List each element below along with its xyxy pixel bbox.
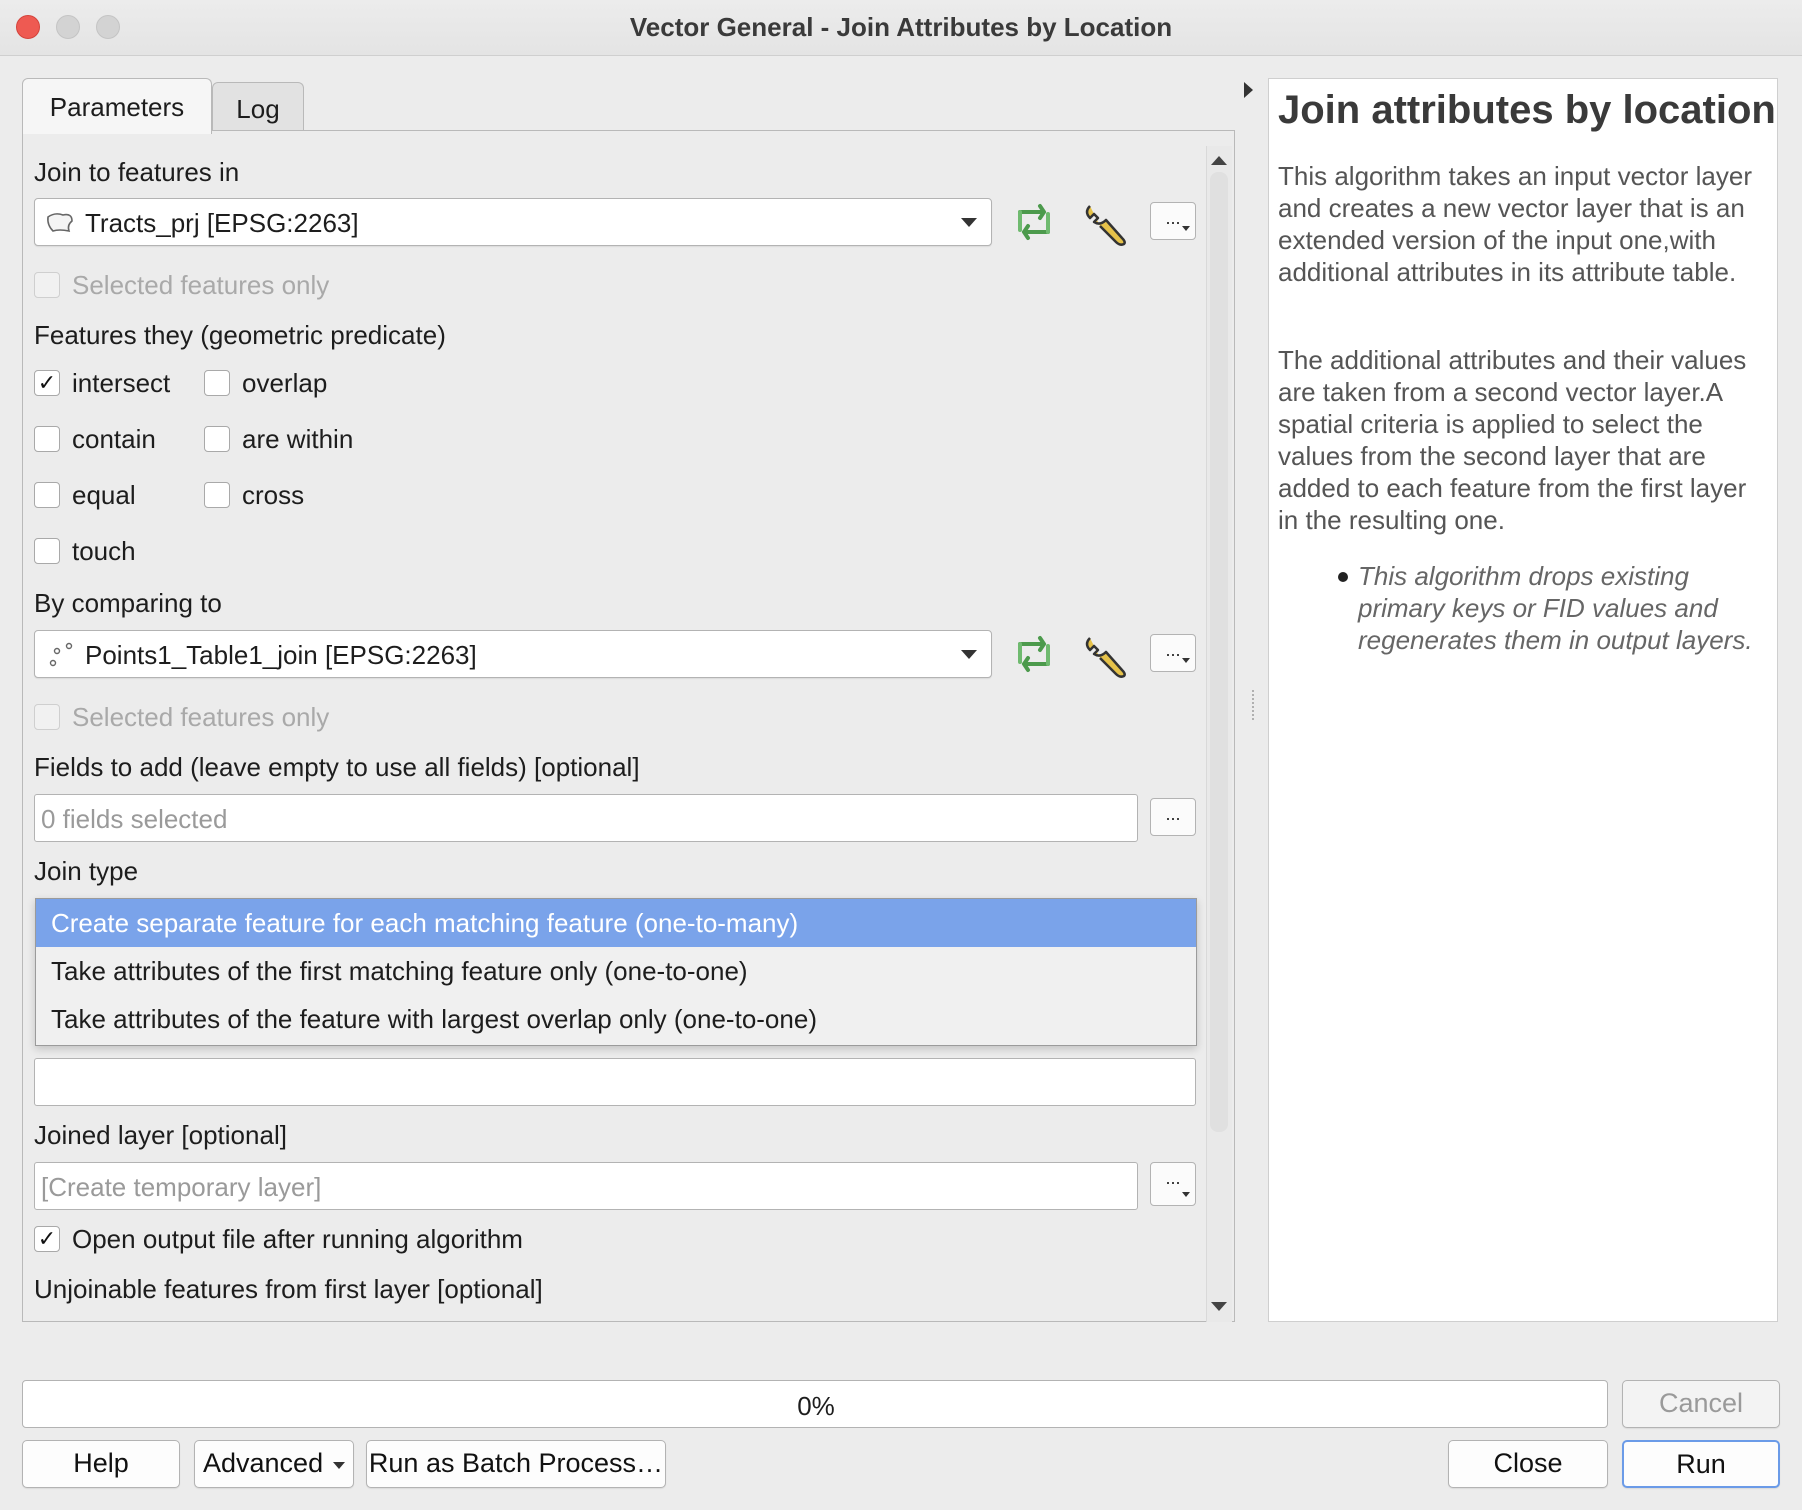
predicate-touch-label: touch bbox=[72, 536, 136, 566]
selected-only-label-1: Selected features only bbox=[72, 270, 330, 300]
predicate-contain-checkbox[interactable] bbox=[34, 426, 60, 452]
joined-layer-more-button[interactable]: ... bbox=[1150, 1162, 1196, 1206]
advanced-button[interactable]: Advanced bbox=[194, 1440, 354, 1488]
join-type-label: Join type bbox=[34, 856, 139, 886]
join-to-more-button[interactable]: ... bbox=[1150, 202, 1196, 240]
predicate-contain-label: contain bbox=[72, 424, 156, 454]
predicate-equal-label: equal bbox=[72, 480, 136, 510]
more-button-label: ... bbox=[1165, 1168, 1181, 1188]
window-title: Vector General - Join Attributes by Loca… bbox=[629, 12, 1173, 42]
point-layer-icon bbox=[49, 642, 73, 667]
collapse-help-arrow-icon[interactable] bbox=[1244, 82, 1253, 98]
predicate-intersect-checkbox[interactable]: ✓ bbox=[34, 370, 60, 396]
cancel-button[interactable]: Cancel bbox=[1622, 1380, 1780, 1428]
compare-more-button[interactable]: ... bbox=[1150, 634, 1196, 672]
chevron-down-icon bbox=[1182, 658, 1190, 663]
join-type-option[interactable]: Create separate feature for each matchin… bbox=[36, 899, 1196, 947]
selected-only-checkbox-2[interactable] bbox=[34, 704, 60, 730]
join-type-option[interactable]: Take attributes of the feature with larg… bbox=[36, 995, 1196, 1043]
unjoinable-label: Unjoinable features from first layer [op… bbox=[34, 1274, 543, 1304]
splitter-handle[interactable] bbox=[1252, 690, 1255, 720]
join-type-combo[interactable] bbox=[34, 1058, 1196, 1106]
help-paragraph-2: The additional attributes and their valu… bbox=[1278, 345, 1747, 535]
chevron-down-icon bbox=[1182, 1192, 1190, 1197]
progress-text: 0% bbox=[797, 1391, 835, 1421]
params-scrollbar-thumb[interactable] bbox=[1210, 172, 1228, 1132]
run-batch-button[interactable]: Run as Batch Process… bbox=[366, 1440, 666, 1488]
predicate-intersect-label: intersect bbox=[72, 368, 171, 398]
compare-layer-combo[interactable]: Points1_Table1_join [EPSG:2263] bbox=[34, 630, 992, 678]
wrench-icon[interactable] bbox=[1080, 198, 1130, 248]
polygon-layer-icon bbox=[47, 213, 73, 233]
selected-only-checkbox-1[interactable] bbox=[34, 272, 60, 298]
predicate-label: Features they (geometric predicate) bbox=[34, 320, 446, 350]
iterate-icon[interactable] bbox=[1010, 200, 1058, 244]
iterate-icon[interactable] bbox=[1010, 632, 1058, 676]
joined-layer-input[interactable]: [Create temporary layer] bbox=[34, 1162, 1138, 1210]
help-bullet: This algorithm drops existing primary ke… bbox=[1358, 561, 1753, 655]
fields-label: Fields to add (leave empty to use all fi… bbox=[34, 752, 640, 782]
help-button[interactable]: Help bbox=[22, 1440, 180, 1488]
joined-layer-label: Joined layer [optional] bbox=[34, 1120, 287, 1150]
chevron-down-icon bbox=[961, 650, 977, 659]
run-button[interactable]: Run bbox=[1622, 1440, 1780, 1488]
predicate-touch-checkbox[interactable] bbox=[34, 538, 60, 564]
predicate-cross-checkbox[interactable] bbox=[204, 482, 230, 508]
fields-placeholder: 0 fields selected bbox=[41, 804, 228, 834]
predicate-overlap-checkbox[interactable] bbox=[204, 370, 230, 396]
join-to-layer-value: Tracts_prj [EPSG:2263] bbox=[85, 208, 359, 238]
compare-label: By comparing to bbox=[34, 588, 222, 618]
predicate-within-label: are within bbox=[242, 424, 354, 454]
wrench-icon[interactable] bbox=[1080, 630, 1130, 680]
scroll-up-arrow-icon[interactable] bbox=[1211, 156, 1227, 165]
fields-input[interactable]: 0 fields selected bbox=[34, 794, 1138, 842]
predicate-cross-label: cross bbox=[242, 480, 305, 510]
predicate-overlap-label: overlap bbox=[242, 368, 328, 398]
chevron-down-icon bbox=[1182, 226, 1190, 231]
more-button-label: ... bbox=[1165, 640, 1181, 660]
help-title: Join attributes by location bbox=[1278, 88, 1776, 132]
compare-layer-value: Points1_Table1_join [EPSG:2263] bbox=[85, 640, 477, 670]
help-paragraph-1: This algorithm takes an input vector lay… bbox=[1278, 161, 1752, 287]
scroll-down-arrow-icon[interactable] bbox=[1211, 1302, 1227, 1311]
chevron-down-icon bbox=[961, 218, 977, 227]
join-to-layer-combo[interactable]: Tracts_prj [EPSG:2263] bbox=[34, 198, 992, 246]
predicate-equal-checkbox[interactable] bbox=[34, 482, 60, 508]
join-to-label: Join to features in bbox=[34, 157, 240, 187]
selected-only-label-2: Selected features only bbox=[72, 702, 330, 732]
predicate-within-checkbox[interactable] bbox=[204, 426, 230, 452]
tab-log[interactable]: Log bbox=[212, 82, 304, 132]
bullet-icon bbox=[1338, 572, 1348, 582]
more-button-label: ... bbox=[1165, 208, 1181, 228]
advanced-button-label: Advanced bbox=[203, 1448, 324, 1478]
tab-parameters[interactable]: Parameters bbox=[22, 78, 212, 134]
fields-more-button[interactable]: ... bbox=[1150, 798, 1196, 836]
parameters-scroll-area: Join to features in Tracts_prj [EPSG:226… bbox=[24, 142, 1202, 1320]
close-button[interactable]: Close bbox=[1448, 1440, 1608, 1488]
title-bar: Vector General - Join Attributes by Loca… bbox=[0, 0, 1802, 56]
joined-layer-placeholder: [Create temporary layer] bbox=[41, 1172, 322, 1202]
open-output-label: Open output file after running algorithm bbox=[72, 1224, 523, 1254]
join-type-dropdown-list: Create separate feature for each matchin… bbox=[35, 898, 1197, 1046]
chevron-down-icon bbox=[333, 1462, 345, 1469]
open-output-checkbox[interactable]: ✓ bbox=[34, 1226, 60, 1252]
progress-bar: 0% bbox=[22, 1380, 1608, 1428]
join-type-option[interactable]: Take attributes of the first matching fe… bbox=[36, 947, 1196, 995]
more-button-label: ... bbox=[1165, 804, 1181, 824]
